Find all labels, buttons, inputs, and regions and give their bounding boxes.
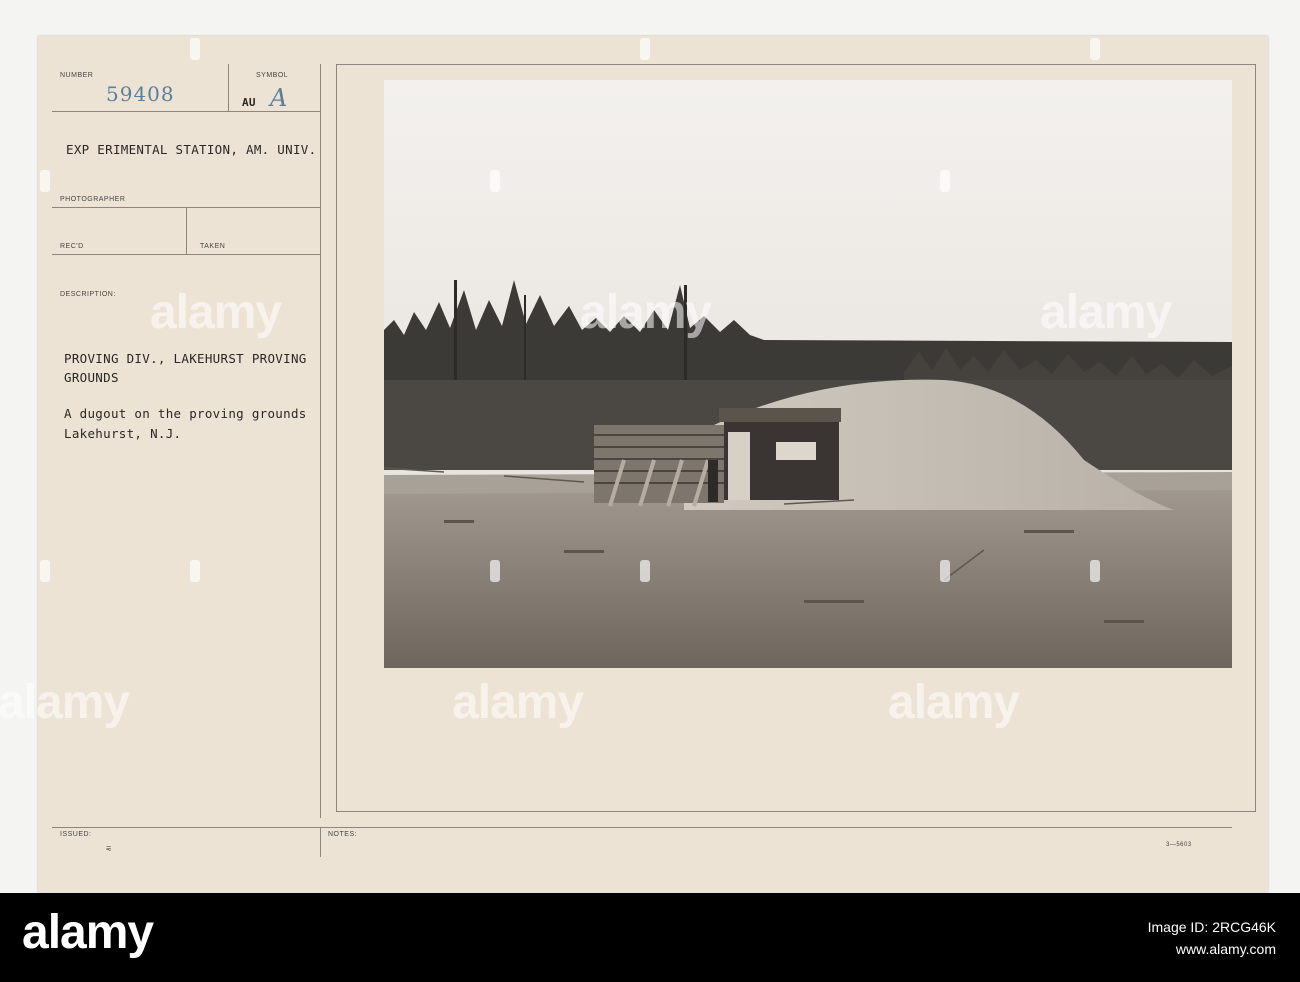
watermark: alamy	[888, 676, 1020, 729]
alamy-logo[interactable]: alamy	[22, 905, 154, 960]
caption-line-1: A dugout on the proving grounds	[64, 406, 307, 421]
notes-label: NOTES:	[328, 831, 358, 838]
watermark-dot	[490, 560, 500, 582]
form-code: 3—5603	[1166, 842, 1192, 848]
watermark: alamy	[452, 676, 584, 729]
watermark: alamy	[150, 286, 282, 339]
dugout-photograph	[384, 80, 1232, 668]
issued-mark: ⩳	[106, 844, 112, 854]
watermark-dot	[490, 170, 500, 192]
site-link[interactable]: www.alamy.com	[1176, 941, 1276, 957]
recd-label: REC'D	[60, 243, 84, 250]
watermark-dot	[1090, 38, 1100, 60]
caption-line-2: Lakehurst, N.J.	[64, 426, 182, 441]
symbol-prefix: AU	[242, 96, 256, 109]
issued-label: ISSUED:	[60, 831, 92, 838]
description-label: DESCRIPTION:	[60, 291, 116, 298]
symbol-label: SYMBOL	[256, 72, 289, 79]
watermark: alamy	[1040, 286, 1172, 339]
watermark-dot	[1090, 560, 1100, 582]
watermark-dot	[190, 38, 200, 60]
symbol-value: A	[270, 84, 288, 112]
watermark-dot	[640, 38, 650, 60]
taken-label: TAKEN	[200, 243, 226, 250]
watermark-dot	[40, 170, 50, 192]
watermark-dot	[40, 560, 50, 582]
station-text: EXP ERIMENTAL STATION, AM. UNIV.	[66, 142, 317, 157]
watermark-dot	[640, 560, 650, 582]
description-line-2: GROUNDS	[64, 370, 119, 385]
number-label: NUMBER	[60, 72, 94, 79]
watermark-dot	[940, 560, 950, 582]
photographer-label: PHOTOGRAPHER	[60, 196, 126, 203]
number-value: 59408	[106, 82, 175, 106]
footer-bar: alamy Image ID: 2RCG46K www.alamy.com	[0, 893, 1300, 982]
dugout-photo-image	[384, 80, 1232, 668]
watermark: alamy	[580, 286, 712, 339]
watermark-dot	[190, 560, 200, 582]
watermark-dot	[940, 170, 950, 192]
image-id: Image ID: 2RCG46K	[1147, 919, 1276, 935]
watermark: alamy	[0, 676, 130, 729]
description-line-1: PROVING DIV., LAKEHURST PROVING	[64, 351, 307, 366]
